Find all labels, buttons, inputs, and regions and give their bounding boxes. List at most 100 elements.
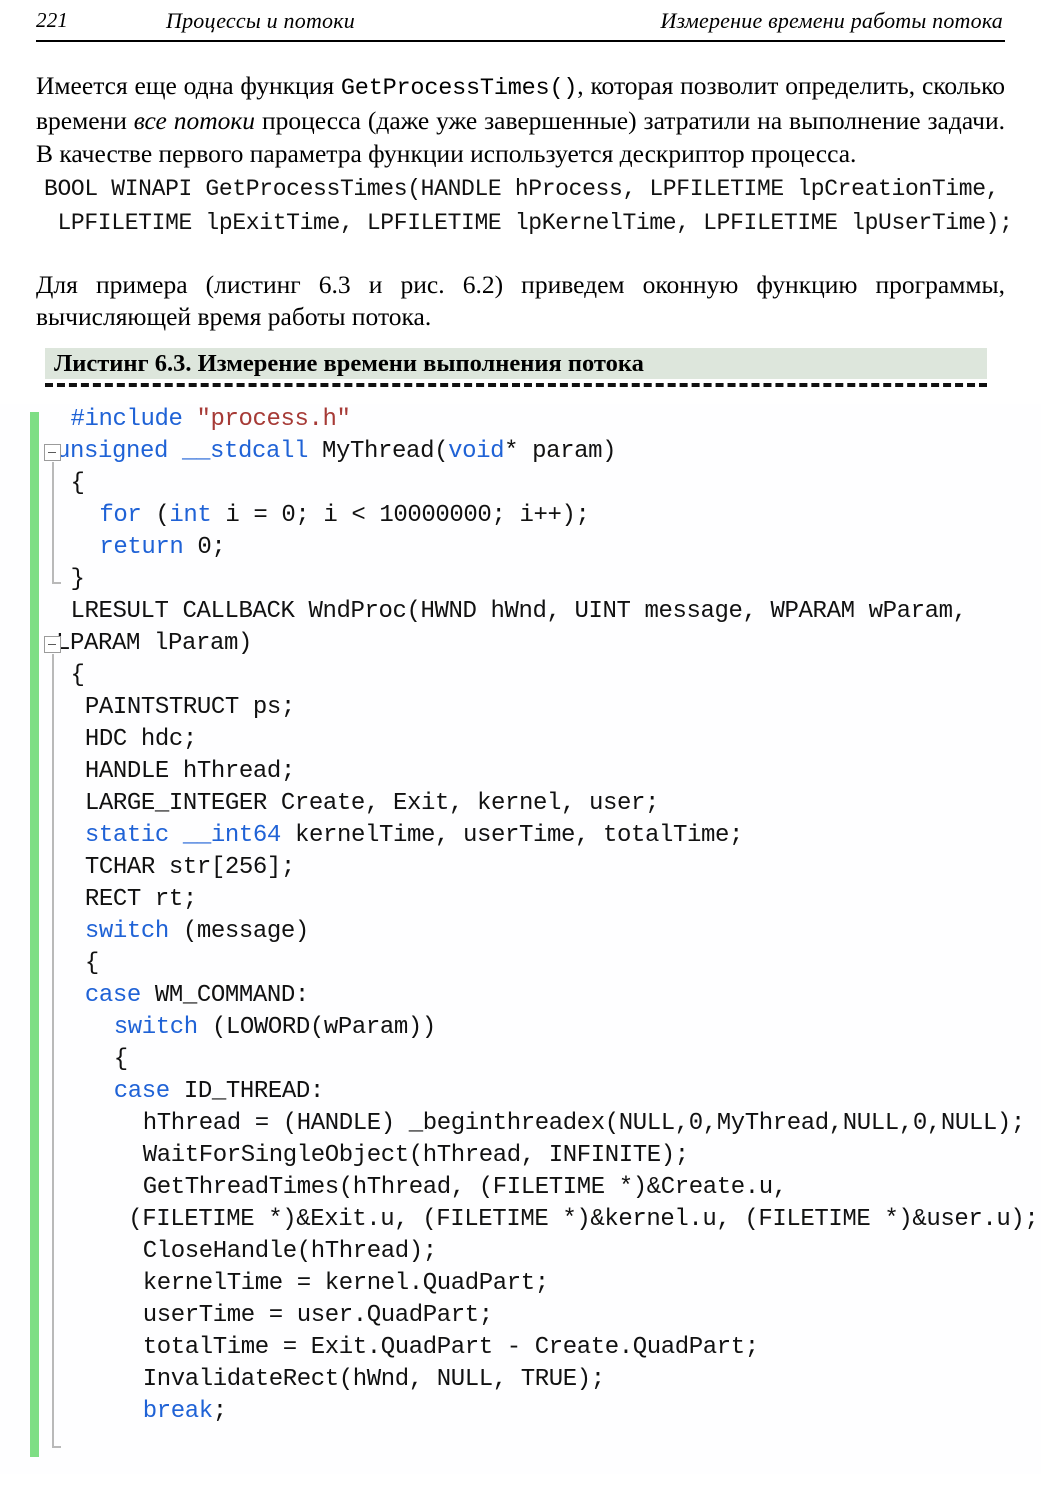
- code-line: LRESULT CALLBACK WndProc(HWND hWnd, UINT…: [0, 596, 1041, 628]
- code-line-text: CloseHandle(hThread);: [143, 1238, 437, 1265]
- listing-caption-text: Листинг 6.3. Измерение времени выполнени…: [54, 349, 644, 377]
- code-listing: #include "process.h" unsigned __stdcall M…: [0, 404, 1041, 1474]
- code-token: {: [70, 662, 85, 689]
- code-token: totalTime = Exit.QuadPart - Create.QuadP…: [142, 1334, 760, 1361]
- code-line: kernelTime = kernel.QuadPart;: [0, 1268, 1041, 1300]
- chapter-title: Процессы и потоки: [166, 8, 355, 33]
- code-token: i = 0; i < 10000000; i++);: [211, 502, 590, 529]
- code-fold-minus-icon[interactable]: [44, 444, 61, 461]
- code-token: return: [99, 534, 184, 561]
- code-token: hThread = (HANDLE) _beginthreadex(NULL,0…: [142, 1110, 1026, 1137]
- code-token: for: [99, 502, 156, 529]
- code-line-text: {: [70, 662, 84, 689]
- code-token: static __int64: [84, 822, 281, 849]
- code-line-text: {: [114, 1046, 128, 1073]
- code-token: case: [113, 1078, 170, 1105]
- code-token: ;: [212, 1398, 227, 1425]
- code-line-text: InvalidateRect(hWnd, NULL, TRUE);: [143, 1366, 605, 1393]
- code-line: static __int64 kernelTime, userTime, tot…: [0, 820, 1041, 852]
- code-token: (: [155, 502, 170, 529]
- code-line-text: GetThreadTimes(hThread, (FILETIME *)&Cre…: [143, 1174, 788, 1201]
- code-token: unsigned __stdcall: [56, 438, 323, 465]
- code-line: unsigned __stdcall MyThread(void* param): [0, 436, 1041, 468]
- code-line: for (int i = 0; i < 10000000; i++);: [0, 500, 1041, 532]
- code-line: LPARAM lParam): [0, 628, 1041, 660]
- code-line-text: TCHAR str[256];: [85, 854, 295, 881]
- code-fold-guide-foot: [52, 1446, 61, 1448]
- code-token: HDC hdc;: [84, 726, 197, 753]
- follow-paragraph: Для примера (листинг 6.3 и рис. 6.2) при…: [36, 269, 1005, 332]
- code-line-text: LPARAM lParam): [56, 630, 252, 657]
- page-running-head: 221 Процессы и потоки Измерение времени …: [36, 8, 1005, 42]
- inline-api-name: GetProcessTimes(): [340, 74, 578, 102]
- code-token: {: [70, 470, 85, 497]
- code-line-text: WaitForSingleObject(hThread, INFINITE);: [143, 1142, 689, 1169]
- listing-dashed-rule: [45, 383, 987, 387]
- code-token: TCHAR str[256];: [84, 854, 295, 881]
- code-token: #include: [70, 406, 197, 433]
- code-token: switch: [113, 1014, 198, 1041]
- code-line: TCHAR str[256];: [0, 852, 1041, 884]
- code-token: CloseHandle(hThread);: [142, 1238, 437, 1265]
- code-line-text: switch (message): [85, 918, 309, 945]
- code-line: WaitForSingleObject(hThread, INFINITE);: [0, 1140, 1041, 1172]
- code-token: switch: [84, 918, 169, 945]
- code-token: userTime = user.QuadPart;: [142, 1302, 493, 1329]
- code-line: CloseHandle(hThread);: [0, 1236, 1041, 1268]
- code-line: }: [0, 564, 1041, 596]
- listing-caption-bar: Листинг 6.3. Измерение времени выполнени…: [45, 348, 987, 379]
- prototype-line-1: BOOL WINAPI GetProcessTimes(HANDLE hProc…: [44, 176, 1000, 202]
- code-line-text: totalTime = Exit.QuadPart - Create.QuadP…: [142, 1334, 760, 1361]
- code-token: WaitForSingleObject(hThread, INFINITE);: [142, 1142, 689, 1169]
- section-title: Измерение времени работы потока: [660, 8, 1003, 33]
- code-token: ID_THREAD:: [169, 1078, 324, 1105]
- code-line: userTime = user.QuadPart;: [0, 1300, 1041, 1332]
- code-token: "process.h": [196, 406, 351, 433]
- code-line: InvalidateRect(hWnd, NULL, TRUE);: [0, 1364, 1041, 1396]
- code-line: LARGE_INTEGER Create, Exit, kernel, user…: [0, 788, 1041, 820]
- code-line-text: HDC hdc;: [85, 726, 197, 753]
- code-token: void: [448, 438, 505, 465]
- api-prototype-block: BOOL WINAPI GetProcessTimes(HANDLE hProc…: [44, 172, 1019, 240]
- code-token: HANDLE hThread;: [84, 758, 295, 785]
- code-line-text: RECT rt;: [85, 886, 197, 913]
- code-line-text: LARGE_INTEGER Create, Exit, kernel, user…: [84, 790, 660, 817]
- code-line: GetThreadTimes(hThread, (FILETIME *)&Cre…: [0, 1172, 1041, 1204]
- code-token: {: [84, 950, 99, 977]
- code-fold-minus-icon[interactable]: [44, 636, 61, 653]
- code-line: HANDLE hThread;: [0, 756, 1041, 788]
- code-line-text: {: [85, 950, 99, 977]
- code-token: LRESULT CALLBACK WndProc(HWND hWnd, UINT…: [70, 598, 967, 625]
- code-line: hThread = (HANDLE) _beginthreadex(NULL,0…: [0, 1108, 1041, 1140]
- code-line-text: (FILETIME *)&Exit.u, (FILETIME *)&kernel…: [128, 1206, 1039, 1233]
- code-token: LARGE_INTEGER Create, Exit, kernel, user…: [84, 790, 660, 817]
- code-line: totalTime = Exit.QuadPart - Create.QuadP…: [0, 1332, 1041, 1364]
- code-fold-guide-foot: [52, 582, 61, 584]
- code-line: (FILETIME *)&Exit.u, (FILETIME *)&kernel…: [0, 1204, 1041, 1236]
- code-token: kernelTime = kernel.QuadPart;: [142, 1270, 549, 1297]
- code-line: HDC hdc;: [0, 724, 1041, 756]
- code-line-text: break;: [143, 1398, 227, 1425]
- intro-text-part1: Имеется еще одна функция: [36, 70, 341, 100]
- code-line-text: for (int i = 0; i < 10000000; i++);: [99, 502, 590, 529]
- code-token: case: [84, 982, 141, 1009]
- code-token: (FILETIME *)&Exit.u, (FILETIME *)&kernel…: [128, 1206, 1039, 1233]
- code-token: WM_COMMAND:: [140, 982, 309, 1009]
- intro-paragraph: Имеется еще одна функция GetProcessTimes…: [36, 70, 1005, 171]
- code-line: RECT rt;: [0, 884, 1041, 916]
- code-line-text: unsigned __stdcall MyThread(void* param): [56, 438, 617, 465]
- code-fold-guide-line: [52, 654, 54, 1446]
- code-line-text: PAINTSTRUCT ps;: [85, 694, 295, 721]
- code-line-text: {: [70, 470, 84, 497]
- code-token: (message): [168, 918, 309, 945]
- code-token: }: [70, 566, 85, 593]
- code-token: 0;: [183, 534, 226, 561]
- code-line-text: return 0;: [99, 534, 225, 561]
- code-line-text: HANDLE hThread;: [85, 758, 295, 785]
- intro-emphasis: все потоки: [133, 106, 256, 135]
- code-token: MyThread(: [322, 438, 449, 465]
- code-token: LPARAM lParam): [56, 630, 253, 657]
- page-number: 221: [36, 8, 69, 32]
- code-line-text: userTime = user.QuadPart;: [143, 1302, 493, 1329]
- code-token: int: [169, 502, 212, 529]
